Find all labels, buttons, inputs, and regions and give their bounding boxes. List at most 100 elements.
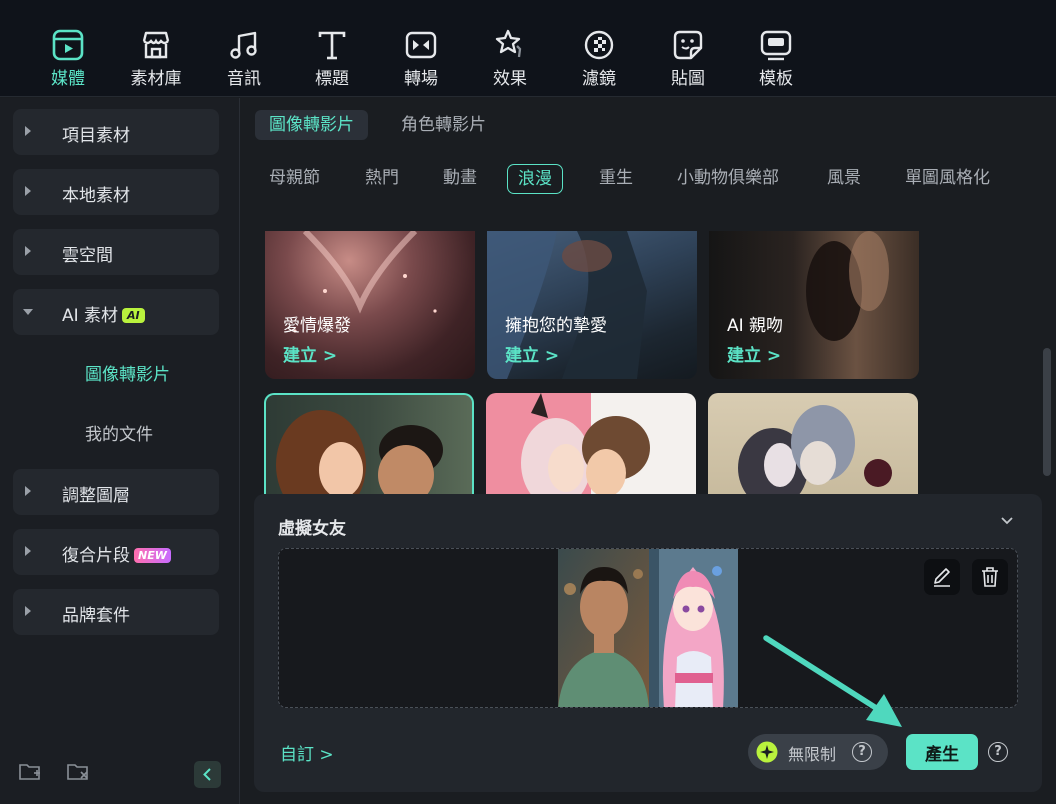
- category-scenery[interactable]: 風景: [827, 164, 861, 194]
- template-icon: [760, 30, 792, 61]
- toolbar-tab-audio[interactable]: 音訊: [204, 22, 284, 89]
- subtab-image-to-video[interactable]: 圖像轉影片: [255, 110, 368, 140]
- category-popular[interactable]: 熱門: [365, 164, 399, 194]
- title-t-icon: [318, 31, 346, 60]
- sidebar-item-label: AI 素材: [62, 306, 119, 326]
- toolbar-tab-label: 貼圖: [671, 69, 705, 89]
- pencil-icon: [934, 568, 950, 587]
- ai-credit-icon: [756, 741, 778, 763]
- store-icon: [142, 31, 170, 59]
- category-rebirth[interactable]: 重生: [599, 164, 633, 194]
- chevron-right-icon: [25, 546, 31, 556]
- category-single-image-stylize[interactable]: 單圖風格化: [905, 164, 990, 194]
- toolbar-tab-label: 轉場: [404, 69, 438, 89]
- toolbar-tab-label: 濾鏡: [582, 69, 616, 89]
- transition-icon: [405, 31, 437, 59]
- chevron-right-icon: [25, 246, 31, 256]
- subtab-character-to-video[interactable]: 角色轉影片: [387, 110, 500, 140]
- category-pet-club[interactable]: 小動物俱樂部: [677, 164, 779, 194]
- help-icon[interactable]: ?: [988, 742, 1008, 762]
- toolbar-tab-label: 音訊: [227, 69, 261, 89]
- sticker-icon: [673, 30, 703, 60]
- generate-panel: 虛擬女友 自訂 > 無限制 ? 產生 ?: [254, 494, 1042, 792]
- template-card-anime-kiss-selected[interactable]: [264, 393, 474, 494]
- toolbar-tab-effects[interactable]: 效果: [470, 22, 550, 89]
- sidebar-item-brand-kit[interactable]: 品牌套件: [13, 589, 219, 635]
- filter-icon: [584, 30, 614, 60]
- left-sidebar: 項目素材 本地素材 雲空間 AI 素材 AI 圖像轉影片 我的文件 調整圖層 復合…: [0, 98, 240, 804]
- gothic-couple-image: [738, 405, 892, 494]
- toolbar-tab-label: 效果: [493, 69, 527, 89]
- category-animation[interactable]: 動畫: [443, 164, 477, 194]
- anime-couple-image: [276, 410, 443, 494]
- sidebar-item-adjustment-layer[interactable]: 調整圖層: [13, 469, 219, 515]
- customize-link[interactable]: 自訂 >: [280, 740, 334, 765]
- credits-text: 無限制: [788, 745, 837, 764]
- toolbar-tab-library[interactable]: 素材庫: [116, 22, 196, 89]
- media-icon: [52, 29, 84, 61]
- sidebar-item-label: 本地素材: [62, 186, 130, 206]
- sidebar-item-compound-clip[interactable]: 復合片段 NEW: [13, 529, 219, 575]
- sidebar-item-label: 復合片段: [62, 546, 130, 566]
- anime-kiss-image: [521, 393, 650, 494]
- card-title: AI 親吻: [727, 316, 784, 336]
- card-create-link[interactable]: 建立 >: [283, 341, 337, 366]
- edit-button[interactable]: [924, 559, 960, 595]
- sidebar-subitem-image-to-video[interactable]: 圖像轉影片: [85, 360, 170, 385]
- template-card-love-burst[interactable]: 愛情爆發 建立 >: [265, 231, 475, 379]
- card-title: 擁抱您的摯愛: [505, 316, 607, 336]
- ai-badge: AI: [122, 308, 145, 323]
- toolbar-tab-stickers[interactable]: 貼圖: [648, 22, 728, 89]
- template-card-ai-kiss[interactable]: AI 親吻 建立 >: [709, 231, 919, 379]
- sidebar-item-ai-media[interactable]: AI 素材 AI: [13, 289, 219, 335]
- sidebar-item-label: 品牌套件: [62, 606, 130, 626]
- toolbar-tab-label: 標題: [315, 69, 349, 89]
- template-card-gothic-couple[interactable]: [708, 393, 918, 494]
- chevron-right-icon: [25, 186, 31, 196]
- uploaded-photo-man: [558, 549, 649, 707]
- chevron-down-icon: [23, 309, 33, 315]
- toolbar-tab-label: 素材庫: [130, 69, 182, 89]
- template-card-hug[interactable]: 擁抱您的摯愛 建立 >: [487, 231, 697, 379]
- top-toolbar: 媒體 素材庫 音訊 標題 轉場 效果 濾鏡 貼圖 模板: [0, 0, 1056, 97]
- sidebar-item-label-wrap: 復合片段 NEW: [62, 541, 171, 566]
- help-icon[interactable]: ?: [852, 742, 872, 762]
- sidebar-item-cloud[interactable]: 雲空間: [13, 229, 219, 275]
- category-romance[interactable]: 浪漫: [507, 164, 563, 194]
- generate-button[interactable]: 產生: [906, 734, 978, 770]
- sidebar-item-label-wrap: AI 素材 AI: [62, 301, 145, 326]
- sidebar-item-local-media[interactable]: 本地素材: [13, 169, 219, 215]
- chevron-right-icon: [25, 486, 31, 496]
- panel-title: 虛擬女友: [278, 519, 346, 539]
- sidebar-item-label: 調整圖層: [62, 486, 130, 506]
- card-title: 愛情爆發: [283, 316, 351, 336]
- trash-icon: [982, 567, 998, 587]
- toolbar-tab-transitions[interactable]: 轉場: [381, 22, 461, 89]
- card-create-link[interactable]: 建立 >: [727, 341, 781, 366]
- sidebar-item-project-media[interactable]: 項目素材: [13, 109, 219, 155]
- chevron-left-icon: [203, 768, 211, 781]
- chevron-down-icon[interactable]: [1000, 516, 1014, 526]
- collapse-panel-button[interactable]: [194, 761, 221, 788]
- chevron-right-icon: [25, 126, 31, 136]
- toolbar-tab-media[interactable]: 媒體: [28, 22, 108, 89]
- chevron-right-icon: [25, 606, 31, 616]
- category-mothers-day[interactable]: 母親節: [269, 164, 320, 194]
- content-scrollbar[interactable]: [1043, 348, 1051, 476]
- music-note-icon: [230, 31, 257, 59]
- new-folder-icon[interactable]: [18, 761, 42, 783]
- sidebar-item-label: 項目素材: [62, 126, 130, 146]
- credits-pill: 無限制 ?: [748, 734, 888, 770]
- uploaded-photo-anime-girl: [649, 549, 738, 707]
- delete-button[interactable]: [972, 559, 1008, 595]
- toolbar-tab-filters[interactable]: 濾鏡: [559, 22, 639, 89]
- toolbar-tab-titles[interactable]: 標題: [292, 22, 372, 89]
- toolbar-tab-templates[interactable]: 模板: [736, 22, 816, 89]
- sidebar-subitem-my-files[interactable]: 我的文件: [85, 420, 153, 445]
- delete-folder-icon[interactable]: [66, 761, 90, 783]
- template-card-anime-kiss-2[interactable]: [486, 393, 696, 494]
- sidebar-item-label: 雲空間: [62, 246, 113, 266]
- card-create-link[interactable]: 建立 >: [505, 341, 559, 366]
- image-dropzone[interactable]: [278, 548, 1018, 708]
- toolbar-tab-label: 模板: [759, 69, 793, 89]
